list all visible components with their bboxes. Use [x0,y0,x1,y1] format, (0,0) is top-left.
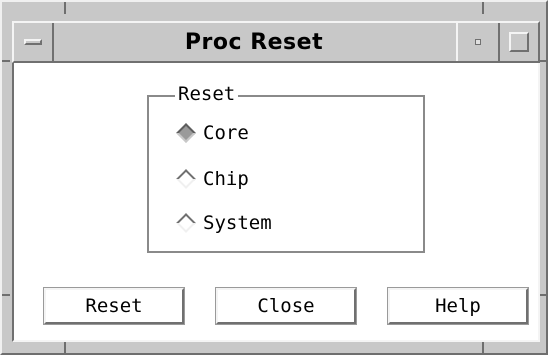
close-button[interactable]: Close [215,287,357,325]
window-menu-icon [24,39,42,45]
reset-group-box: Reset Core Chip System [147,82,425,253]
resize-corner-tick[interactable] [2,60,10,62]
resize-corner-tick[interactable] [482,2,484,14]
maximize-button[interactable] [498,23,538,61]
window-menu-button[interactable] [14,23,54,61]
reset-group-label: Reset [175,82,239,106]
dialog-body: Reset Core Chip System Reset Close Help [12,63,540,342]
reset-button[interactable]: Reset [43,287,185,325]
radio-diamond-icon[interactable] [176,213,196,233]
radio-system-label: System [203,212,272,234]
window-title: Proc Reset [184,29,324,55]
radio-chip-label: Chip [203,168,249,190]
resize-corner-tick[interactable] [2,294,10,296]
radio-core-label: Core [203,122,249,144]
resize-corner-tick[interactable] [64,341,66,353]
minimize-button[interactable] [456,23,498,61]
radio-diamond-selected-icon[interactable] [176,123,196,143]
radio-core[interactable]: Core [175,119,249,147]
proc-reset-window: Proc Reset Reset Core Chip System Reset [0,0,548,355]
resize-corner-tick[interactable] [64,2,66,14]
help-button[interactable]: Help [387,287,529,325]
radio-diamond-icon[interactable] [176,169,196,189]
radio-chip[interactable]: Chip [175,165,249,193]
maximize-icon [509,32,529,52]
radio-system[interactable]: System [175,209,272,237]
title-bar[interactable]: Proc Reset [12,21,540,63]
resize-corner-tick[interactable] [482,341,484,353]
minimize-icon [475,39,481,45]
